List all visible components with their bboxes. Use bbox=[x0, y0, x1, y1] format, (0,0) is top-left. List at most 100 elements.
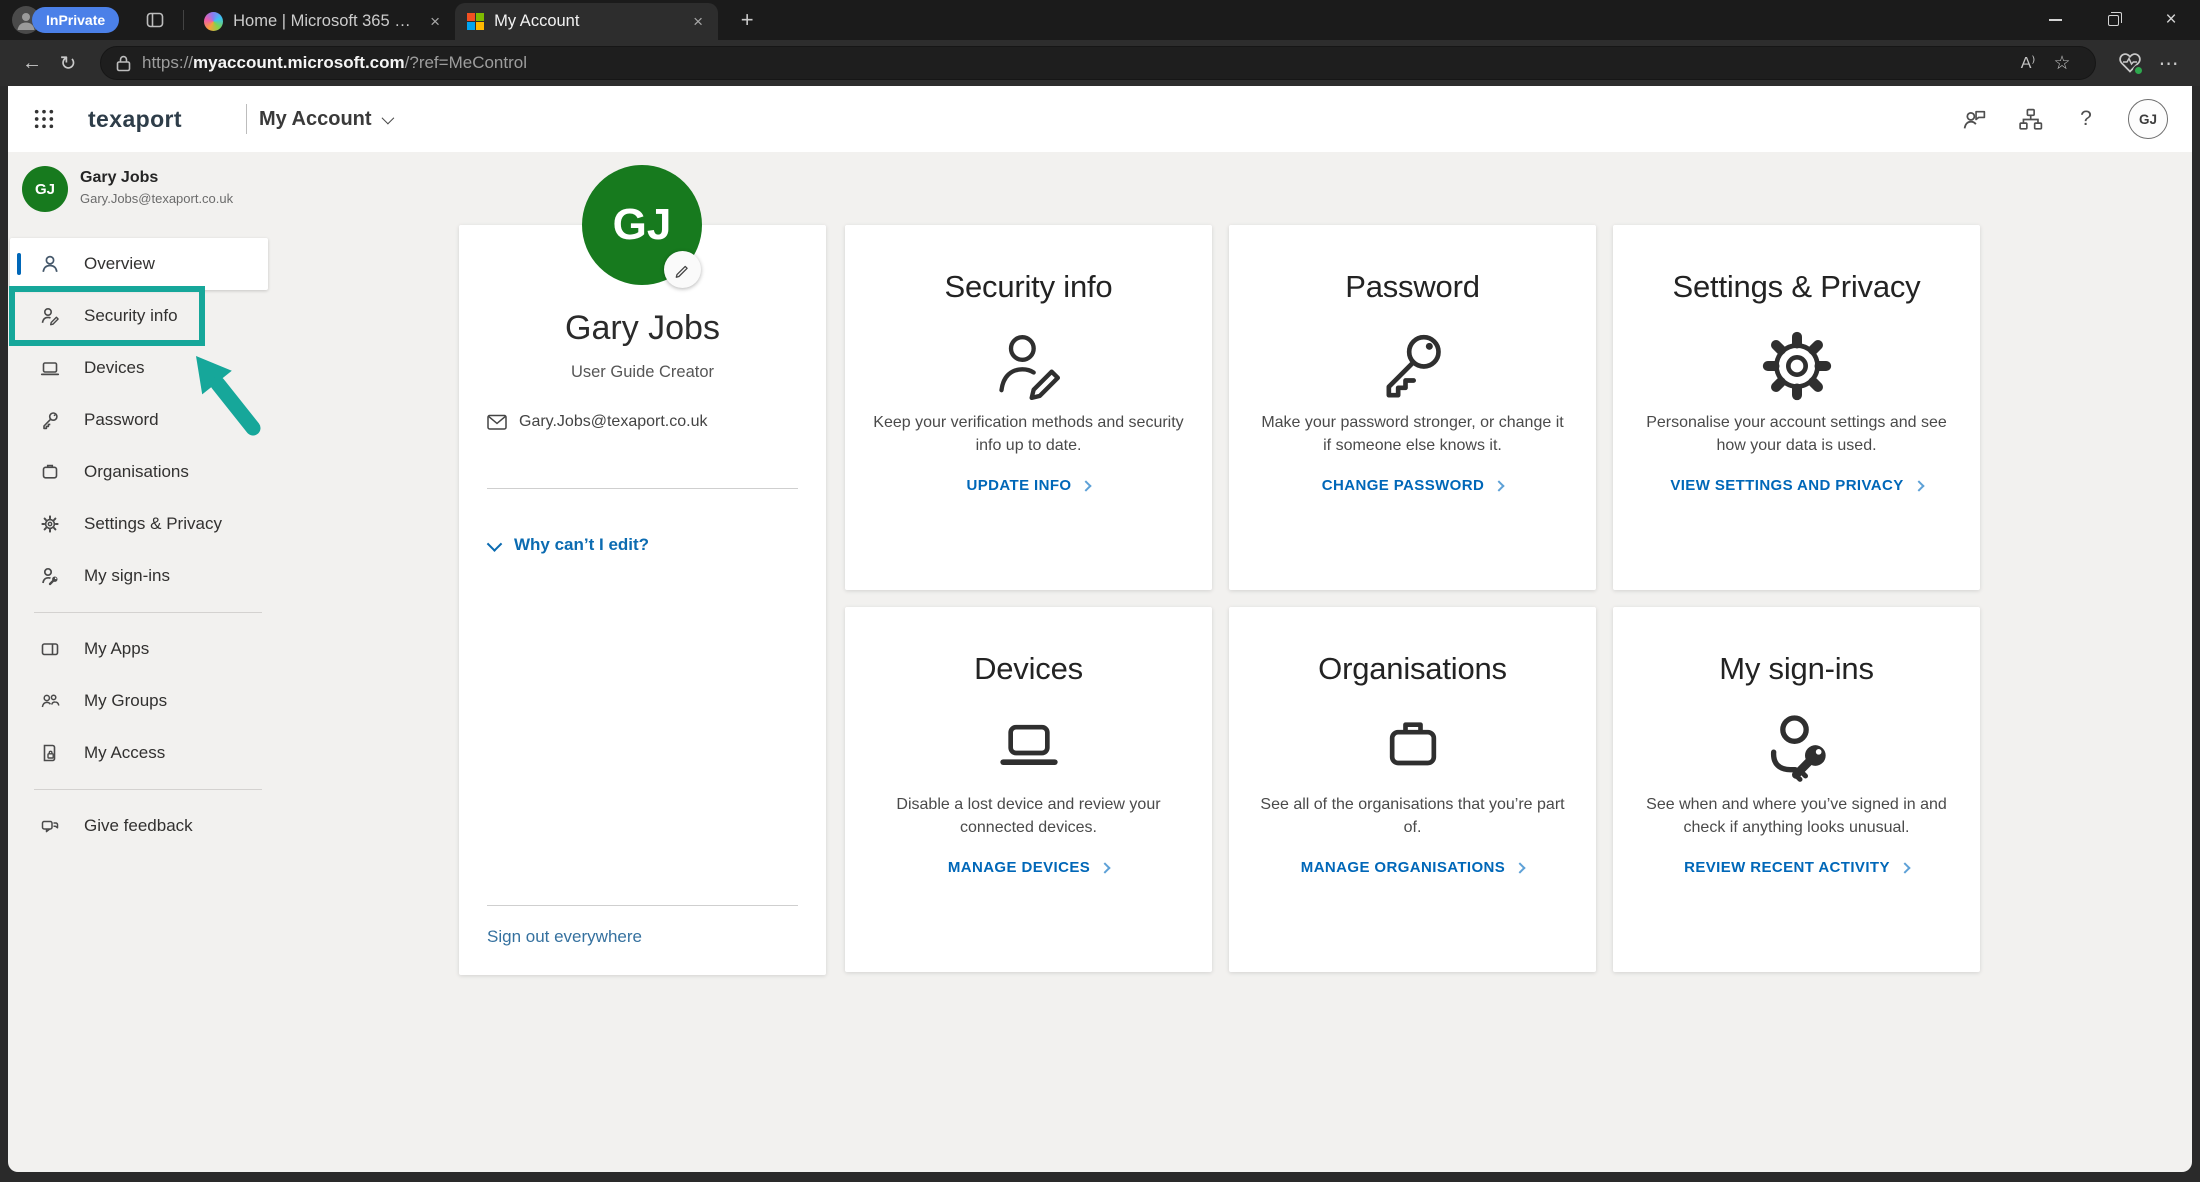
chat-bubbles-icon bbox=[38, 814, 62, 838]
link-label: UPDATE INFO bbox=[966, 477, 1072, 494]
close-tab-icon[interactable]: × bbox=[425, 12, 445, 32]
read-aloud-icon[interactable]: A⁾ bbox=[2011, 53, 2045, 73]
chevron-right-icon bbox=[1514, 862, 1526, 874]
edit-photo-button[interactable] bbox=[664, 251, 701, 288]
tab-title: Home | Microsoft 365 Copilot bbox=[233, 12, 416, 30]
card-title: Organisations bbox=[1318, 651, 1507, 686]
inprivate-label: InPrivate bbox=[46, 12, 106, 28]
feedback-button[interactable] bbox=[1960, 105, 1988, 133]
sidebar-item-my-sign-ins[interactable]: My sign-ins bbox=[10, 550, 268, 602]
manage-devices-link[interactable]: MANAGE DEVICES bbox=[845, 859, 1212, 876]
sidebar-item-give-feedback[interactable]: Give feedback bbox=[10, 800, 268, 852]
sidebar-item-label: My sign-ins bbox=[84, 566, 170, 585]
change-password-link[interactable]: CHANGE PASSWORD bbox=[1229, 477, 1596, 494]
site-header: texaport My Account ? GJ bbox=[8, 86, 2192, 152]
sidebar-item-label: Organisations bbox=[84, 462, 189, 481]
laptop-icon bbox=[38, 356, 62, 380]
person-edit-icon bbox=[38, 304, 62, 328]
profile-name: Gary Jobs bbox=[565, 309, 720, 347]
tab-actions-button[interactable] bbox=[145, 10, 165, 30]
gear-icon bbox=[1613, 325, 1980, 407]
portal-title: My Account bbox=[258, 107, 372, 130]
browser-menu-button[interactable]: ⋯ bbox=[2150, 51, 2188, 76]
card-description: Keep your verification methods and secur… bbox=[873, 414, 1184, 454]
link-label: CHANGE PASSWORD bbox=[1321, 477, 1485, 494]
people-icon bbox=[38, 689, 62, 713]
sidebar-item-label: Security info bbox=[84, 306, 178, 325]
chevron-down-icon bbox=[381, 111, 394, 124]
sidebar-item-overview[interactable]: Overview bbox=[10, 238, 268, 290]
close-icon: × bbox=[2165, 9, 2177, 30]
back-button[interactable]: ← bbox=[14, 45, 50, 81]
chevron-down-icon bbox=[486, 535, 503, 552]
sidebar-profile: GJ Gary Jobs Gary.Jobs@texaport.co.uk bbox=[22, 166, 233, 212]
manage-organisations-link[interactable]: MANAGE ORGANISATIONS bbox=[1229, 859, 1596, 876]
person-feedback-icon bbox=[1963, 110, 1985, 128]
help-button[interactable]: ? bbox=[2072, 105, 2100, 133]
key-icon bbox=[1229, 325, 1596, 407]
new-tab-button[interactable]: + bbox=[732, 7, 762, 33]
header-actions: ? GJ bbox=[1960, 99, 2168, 139]
profile-role: User Guide Creator bbox=[570, 363, 715, 381]
sidebar-item-my-access[interactable]: My Access bbox=[10, 727, 268, 779]
org-logo[interactable]: texaport bbox=[88, 106, 182, 133]
profile-email-row: Gary.Jobs@texaport.co.uk bbox=[487, 413, 707, 431]
portal-title-dropdown[interactable]: My Account bbox=[258, 107, 394, 131]
sidebar-item-password[interactable]: Password bbox=[10, 394, 268, 446]
tab-actions-icon bbox=[146, 12, 164, 28]
sidebar-item-label: Give feedback bbox=[84, 816, 193, 835]
close-tab-icon[interactable]: × bbox=[688, 12, 708, 32]
restore-button[interactable] bbox=[2084, 0, 2142, 40]
envelope-icon bbox=[487, 414, 507, 430]
sidebar-menu: Overview Security info Devices Password bbox=[10, 238, 268, 852]
sidebar-item-label: Password bbox=[84, 410, 159, 429]
settings-privacy-card: Settings & Privacy Personalise your acco… bbox=[1613, 225, 1980, 590]
sidebar-avatar: GJ bbox=[22, 166, 68, 212]
refresh-button[interactable]: ↻ bbox=[50, 45, 86, 81]
sidebar-item-label: Devices bbox=[84, 358, 145, 377]
tab-my-account[interactable]: My Account × bbox=[455, 3, 719, 40]
organisation-switcher-button[interactable] bbox=[2016, 105, 2044, 133]
sidebar-item-label: Settings & Privacy bbox=[84, 514, 222, 533]
url-text: https://myaccount.microsoft.com/?ref=MeC… bbox=[142, 53, 527, 73]
link-label: MANAGE DEVICES bbox=[947, 859, 1091, 876]
tab-copilot-home[interactable]: Home | Microsoft 365 Copilot × bbox=[192, 3, 455, 40]
address-bar[interactable]: https://myaccount.microsoft.com/?ref=MeC… bbox=[100, 46, 2096, 80]
sidebar-item-my-groups[interactable]: My Groups bbox=[10, 675, 268, 727]
briefcase-icon bbox=[1229, 707, 1596, 789]
browser-essentials-button[interactable] bbox=[2110, 45, 2150, 81]
sidebar-item-devices[interactable]: Devices bbox=[10, 342, 268, 394]
sidebar-item-settings-privacy[interactable]: Settings & Privacy bbox=[10, 498, 268, 550]
chevron-right-icon bbox=[1913, 480, 1925, 492]
update-info-link[interactable]: UPDATE INFO bbox=[845, 477, 1212, 494]
minimize-button[interactable] bbox=[2026, 0, 2084, 40]
help-icon: ? bbox=[2080, 107, 2092, 130]
sidebar-item-my-apps[interactable]: My Apps bbox=[10, 623, 268, 675]
favorite-star-icon[interactable]: ☆ bbox=[2045, 52, 2079, 75]
view-settings-privacy-link[interactable]: VIEW SETTINGS AND PRIVACY bbox=[1613, 477, 1980, 494]
header-divider bbox=[245, 104, 247, 134]
card-title: Settings & Privacy bbox=[1672, 269, 1921, 304]
link-label: MANAGE ORGANISATIONS bbox=[1300, 859, 1506, 876]
page-content: GJ Gary Jobs Gary.Jobs@texaport.co.uk Ov… bbox=[8, 152, 2192, 1172]
sidebar-item-security-info[interactable]: Security info bbox=[10, 290, 268, 342]
pencil-icon bbox=[675, 265, 688, 278]
profile-email: Gary.Jobs@texaport.co.uk bbox=[519, 413, 708, 430]
inprivate-badge[interactable]: InPrivate bbox=[32, 7, 120, 33]
sidebar-item-organisations[interactable]: Organisations bbox=[10, 446, 268, 498]
sign-out-everywhere-link[interactable]: Sign out everywhere bbox=[487, 927, 642, 947]
url-scheme: https:// bbox=[142, 53, 194, 72]
close-window-button[interactable]: × bbox=[2142, 0, 2200, 40]
account-avatar[interactable]: GJ bbox=[2128, 99, 2168, 139]
card-title: Devices bbox=[974, 651, 1083, 686]
card-title: Password bbox=[1345, 269, 1480, 304]
why-cant-i-edit-link[interactable]: Why can’t I edit? bbox=[486, 535, 650, 555]
app-launcher-button[interactable] bbox=[24, 99, 64, 139]
card-divider bbox=[487, 905, 798, 906]
sidebar-profile-name: Gary Jobs bbox=[80, 169, 159, 186]
why-cant-i-edit-label: Why can’t I edit? bbox=[514, 535, 650, 554]
sidebar-item-label: My Apps bbox=[84, 639, 150, 658]
chevron-right-icon bbox=[1899, 862, 1911, 874]
review-recent-activity-link[interactable]: REVIEW RECENT ACTIVITY bbox=[1613, 859, 1980, 876]
security-info-card: Security info Keep your verification met… bbox=[845, 225, 1212, 590]
